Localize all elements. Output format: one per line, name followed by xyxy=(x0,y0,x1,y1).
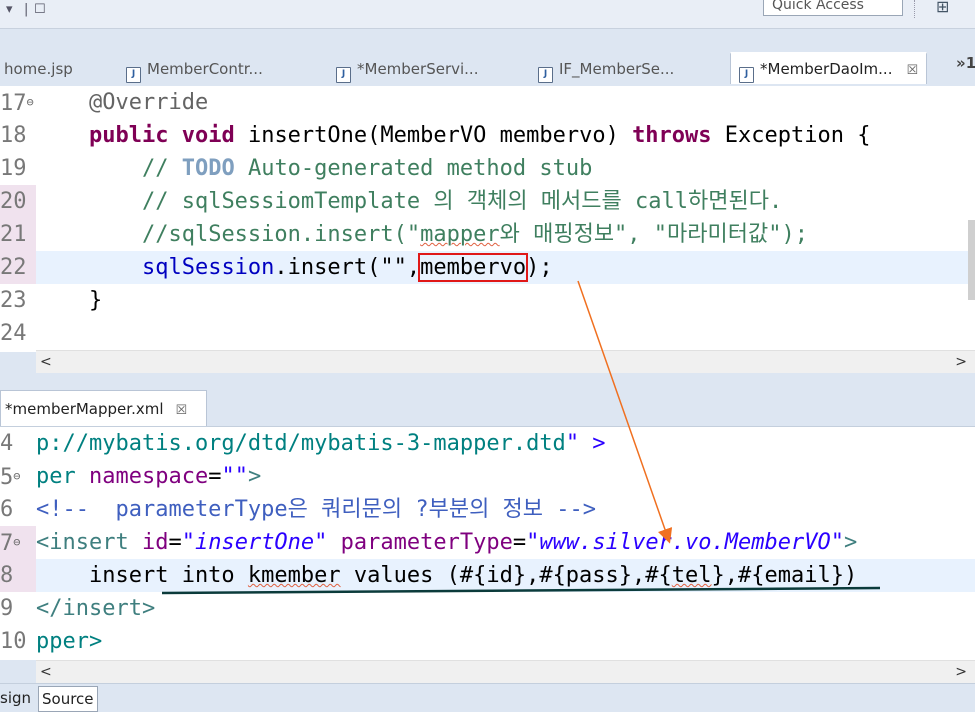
code-line[interactable]: p://mybatis.org/dtd/mybatis-3-mapper.dtd… xyxy=(36,427,975,460)
java-editor[interactable]: 17⊖ 18 19 20 21 22 23 24 @Override publi… xyxy=(0,86,975,373)
fold-icon: ⊖ xyxy=(26,95,34,109)
code-line[interactable]: <insert id="insertOne" parameterType="ww… xyxy=(36,526,975,559)
code-line-current[interactable]: sqlSession.insert("",membervo); xyxy=(36,251,975,284)
line-number: 6 xyxy=(0,497,14,522)
code-line[interactable]: @Override xyxy=(36,86,975,119)
code-line[interactable]: per namespace=""> xyxy=(36,460,975,493)
java-file-icon: J xyxy=(538,67,553,83)
java-file-icon: J xyxy=(336,67,351,83)
vertical-scrollbar-thumb[interactable] xyxy=(968,220,975,300)
tab-label: *MemberServi... xyxy=(357,60,479,78)
tab-member-service[interactable]: J *MemberServi... xyxy=(336,54,478,84)
horizontal-scrollbar[interactable]: < > xyxy=(36,660,975,683)
scroll-right-icon[interactable]: > xyxy=(955,661,967,683)
line-number: 23 xyxy=(0,288,27,313)
code-line[interactable] xyxy=(36,317,975,350)
code-line[interactable]: public void insertOne(MemberVO membervo)… xyxy=(36,119,975,152)
code-line[interactable]: //sqlSession.insert("mapper와 매핑정보", "마라미… xyxy=(36,218,975,251)
tab-source[interactable]: Source xyxy=(38,686,98,712)
xml-editor[interactable]: 4 5⊖ 6 7⊖ 8 9 10 p://mybatis.org/dtd/myb… xyxy=(0,427,975,660)
tab-label: *MemberDaoIm... xyxy=(760,60,893,78)
scroll-right-icon[interactable]: > xyxy=(955,351,967,373)
tab-if-member-service[interactable]: J IF_MemberSe... xyxy=(538,54,674,84)
tab-label: home.jsp xyxy=(4,60,73,78)
line-number: 8 xyxy=(0,559,36,592)
line-number: 9 xyxy=(0,596,14,621)
line-number: 7⊖ xyxy=(0,526,36,559)
more-tabs-button[interactable]: »1 xyxy=(956,54,975,72)
line-number: 4 xyxy=(0,431,14,456)
code-line[interactable]: pper> xyxy=(36,625,975,658)
code-line[interactable]: // sqlSessiomTemplate 의 객체의 메서드를 call하면된… xyxy=(36,185,975,218)
horizontal-scrollbar[interactable]: < > xyxy=(36,350,975,373)
editor-tab-bar: home.jsp J MemberContr... J *MemberServi..… xyxy=(0,48,975,87)
tab-label: MemberContr... xyxy=(147,60,263,78)
tab-home-jsp[interactable]: home.jsp xyxy=(4,54,73,84)
toolbar-separator: | xyxy=(24,2,29,17)
quick-access-input[interactable]: Quick Access xyxy=(763,0,903,16)
fold-icon: ⊖ xyxy=(13,535,21,549)
line-number: 10 xyxy=(0,629,27,654)
close-icon[interactable]: ☒ xyxy=(906,63,918,78)
line-number: 18 xyxy=(0,123,27,148)
line-number: 20 xyxy=(0,185,36,218)
code-line[interactable]: <!-- parameterType은 쿼리문의 ?부분의 정보 --> xyxy=(36,493,975,526)
line-number-gutter: 17⊖ 18 19 20 21 22 23 24 xyxy=(0,86,36,352)
line-number: 24 xyxy=(0,321,27,346)
editor-split-divider xyxy=(0,374,975,388)
line-number-gutter: 4 5⊖ 6 7⊖ 8 9 10 xyxy=(0,427,36,660)
code-line[interactable]: // TODO Auto-generated method stub xyxy=(36,152,975,185)
fold-icon: ⊖ xyxy=(13,469,21,483)
tab-label: IF_MemberSe... xyxy=(559,60,675,78)
tab-member-mapper-xml[interactable]: *memberMapper.xml ☒ xyxy=(0,390,207,427)
perspective-icon[interactable]: ⊞ xyxy=(936,0,949,16)
main-toolbar: ▾ | ☐ Quick Access ⊞ xyxy=(0,0,975,29)
line-number: 5⊖ xyxy=(0,465,21,490)
tab-member-dao-impl[interactable]: J *MemberDaoIm... ☒ xyxy=(730,52,928,84)
toolbar-separator xyxy=(914,0,916,18)
code-line[interactable]: } xyxy=(36,284,975,317)
new-window-icon[interactable]: ☐ xyxy=(34,2,46,17)
scroll-left-icon[interactable]: < xyxy=(40,351,52,373)
code-line-current[interactable]: insert into kmember values (#{id},#{pass… xyxy=(36,559,975,592)
java-file-icon: J xyxy=(739,67,754,83)
line-number: 21 xyxy=(0,218,36,251)
line-number: 22 xyxy=(0,251,36,284)
java-file-icon: J xyxy=(126,67,141,83)
tab-member-controller[interactable]: J MemberContr... xyxy=(126,54,263,84)
scroll-left-icon[interactable]: < xyxy=(40,661,52,683)
tab-design[interactable]: sign xyxy=(0,686,31,710)
highlighted-argument: membervo xyxy=(418,253,529,282)
tab-label: *memberMapper.xml xyxy=(5,400,164,418)
editor-mode-tabs: sign Source xyxy=(0,683,975,712)
code-line[interactable]: </insert> xyxy=(36,592,975,625)
dropdown-arrow-icon[interactable]: ▾ xyxy=(6,2,13,17)
line-number: 17⊖ xyxy=(0,91,34,116)
close-icon[interactable]: ☒ xyxy=(176,403,188,418)
line-number: 19 xyxy=(0,156,27,181)
